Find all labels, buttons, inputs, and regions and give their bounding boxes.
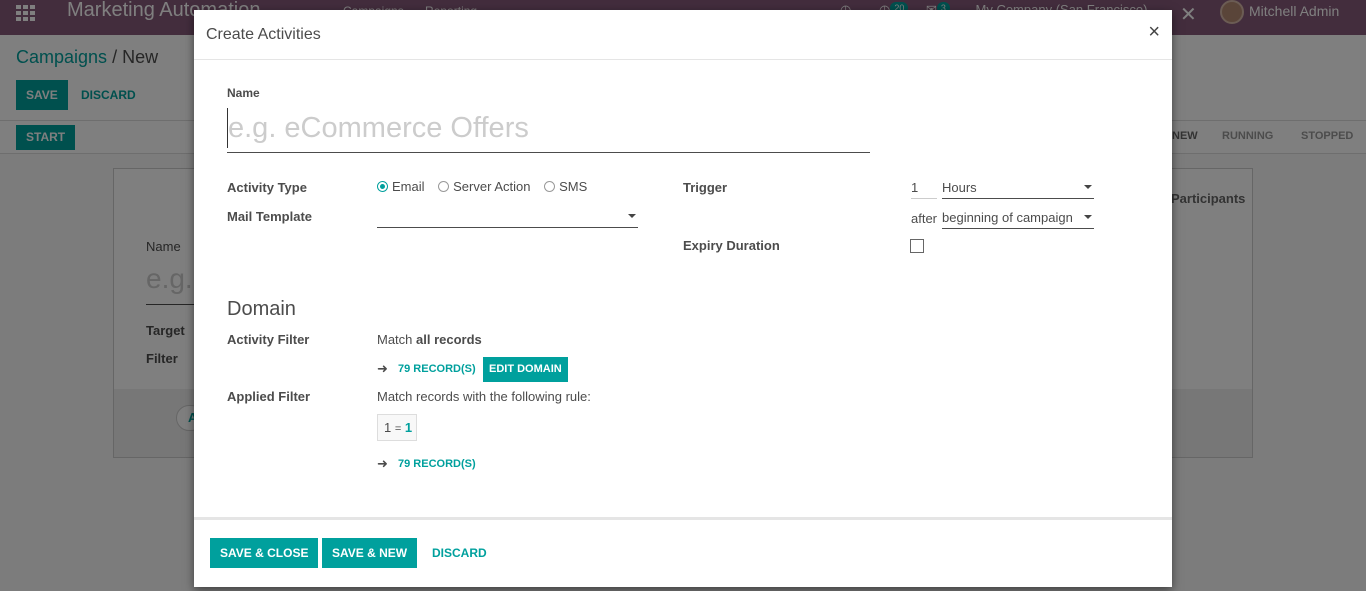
- trigger-interval-input[interactable]: 1: [911, 179, 937, 199]
- trigger-type-select[interactable]: beginning of campaign: [942, 209, 1094, 229]
- name-field: [227, 108, 870, 153]
- radio-checked-icon: [377, 181, 388, 192]
- create-activities-dialog: Create Activities × Name Activity Type E…: [194, 10, 1172, 587]
- name-label: Name: [227, 86, 260, 100]
- arrow-right-icon: ➜: [377, 361, 388, 376]
- activity-type-label: Activity Type: [227, 180, 307, 195]
- radio-sms-label: SMS: [559, 179, 588, 194]
- modal-header: Create Activities ×: [194, 10, 1172, 60]
- applied-rule-text: Match records with the following rule:: [377, 389, 591, 404]
- rule-right: 1: [404, 420, 413, 435]
- trigger-unit-value: Hours: [942, 180, 977, 195]
- trigger-prefix: after: [911, 211, 938, 226]
- records-count-link[interactable]: 79 RECORD(S): [398, 363, 476, 375]
- match-prefix: Match: [377, 332, 413, 347]
- radio-email-label: Email: [392, 179, 425, 194]
- chevron-down-icon: [628, 214, 636, 218]
- discard-button[interactable]: DISCARD: [432, 538, 487, 568]
- radio-unchecked-icon: [438, 181, 450, 192]
- radio-server-action-label: Server Action: [453, 179, 531, 194]
- domain-section-title: Domain: [227, 298, 296, 320]
- rule-left: 1: [384, 420, 392, 435]
- radio-unchecked-icon: [544, 181, 556, 192]
- trigger-unit-select[interactable]: Hours: [942, 179, 1094, 199]
- radio-server-action[interactable]: Server Action: [438, 179, 530, 194]
- mail-template-select[interactable]: [377, 208, 638, 228]
- chevron-down-icon: [1084, 185, 1092, 189]
- activity-filter-summary: Match all records: [377, 332, 482, 347]
- radio-sms[interactable]: SMS: [544, 179, 587, 194]
- mail-template-label: Mail Template: [227, 209, 313, 224]
- applied-records-link[interactable]: 79 RECORD(S): [398, 458, 476, 470]
- expiry-duration-checkbox[interactable]: [910, 239, 924, 253]
- domain-rule: 1 = 1: [377, 414, 417, 441]
- modal-footer: SAVE & CLOSE SAVE & NEW DISCARD: [194, 517, 1172, 587]
- activity-filter-label: Activity Filter: [227, 332, 310, 347]
- close-icon[interactable]: ×: [1148, 21, 1160, 44]
- arrow-right-icon: ➜: [377, 456, 388, 471]
- save-close-button[interactable]: SAVE & CLOSE: [210, 538, 319, 568]
- match-value: all records: [416, 332, 482, 347]
- applied-filter-label: Applied Filter: [227, 389, 311, 404]
- expiry-duration-label: Expiry Duration: [683, 238, 780, 253]
- trigger-type-value: beginning of campaign: [942, 210, 1073, 225]
- name-input[interactable]: [227, 108, 870, 148]
- trigger-label: Trigger: [683, 180, 728, 195]
- radio-email[interactable]: Email: [377, 179, 425, 194]
- activity-type-radios: Email Server Action SMS: [377, 179, 597, 194]
- rule-operator: =: [394, 423, 402, 435]
- edit-domain-button[interactable]: EDIT DOMAIN: [483, 357, 568, 382]
- save-new-button[interactable]: SAVE & NEW: [322, 538, 418, 568]
- modal-title: Create Activities: [206, 26, 321, 43]
- chevron-down-icon: [1084, 215, 1092, 219]
